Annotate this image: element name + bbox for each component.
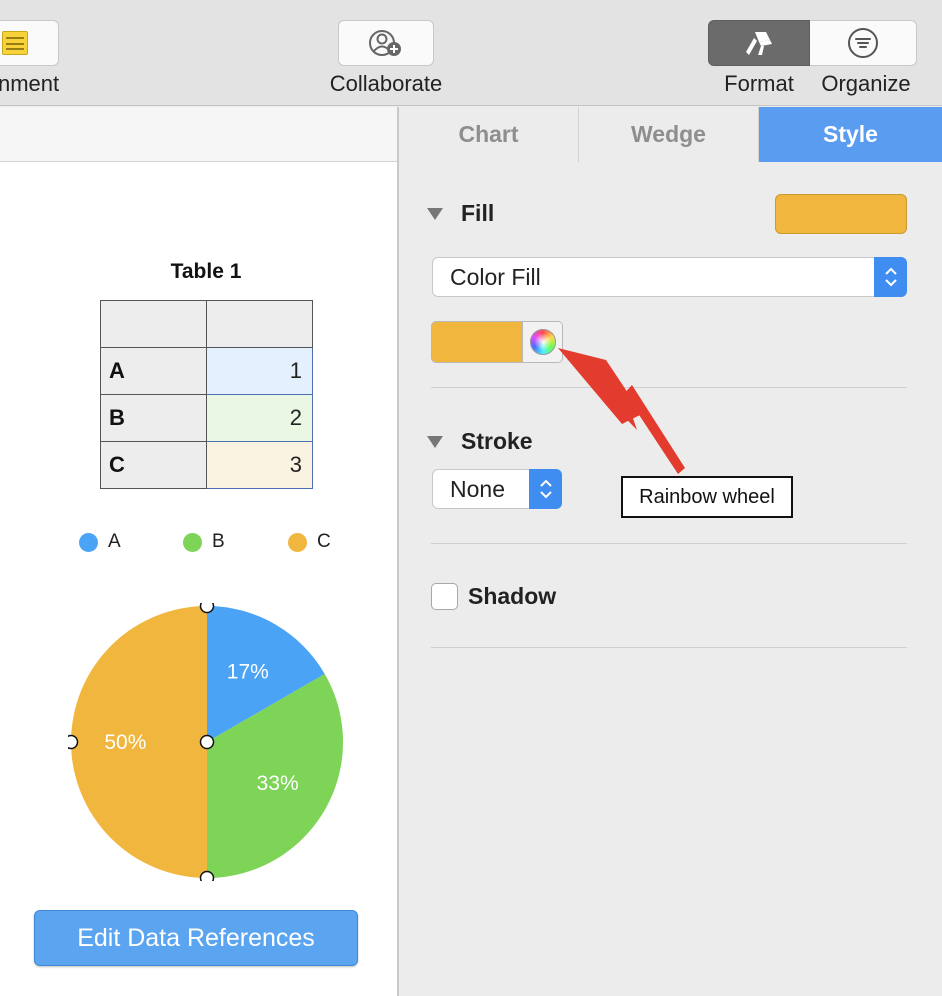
legend-item-b: B bbox=[183, 531, 225, 553]
fill-title: Fill bbox=[461, 200, 495, 226]
fill-type-select[interactable]: Color Fill bbox=[432, 257, 907, 297]
filter-icon bbox=[848, 28, 878, 58]
legend-label: B bbox=[212, 531, 225, 552]
stroke-title: Stroke bbox=[461, 428, 533, 454]
edit-data-references-button[interactable]: Edit Data References bbox=[34, 910, 358, 966]
paintbrush-icon bbox=[746, 32, 772, 55]
select-stepper[interactable] bbox=[874, 257, 907, 297]
collaborate-button[interactable] bbox=[338, 20, 434, 66]
value-cell[interactable]: 1 bbox=[206, 347, 313, 395]
inspector-divider bbox=[397, 107, 399, 996]
selection-handle[interactable] bbox=[199, 603, 215, 614]
chevron-updown-icon bbox=[539, 479, 552, 499]
stroke-type-value: None bbox=[450, 475, 505, 502]
collaborate-icon bbox=[369, 30, 401, 56]
data-table[interactable]: A 1 B 2 C 3 bbox=[100, 300, 313, 489]
pie-slice-label: 33% bbox=[257, 772, 299, 795]
header-cell[interactable] bbox=[206, 300, 313, 348]
selection-handle[interactable] bbox=[199, 734, 215, 750]
organize-button[interactable] bbox=[810, 20, 917, 66]
table-row: C 3 bbox=[100, 441, 313, 489]
legend-label: A bbox=[108, 531, 121, 552]
table-header-row bbox=[100, 300, 313, 348]
comment-icon bbox=[1, 31, 28, 55]
annotation-arrow bbox=[558, 348, 685, 474]
pie-slice-label: 50% bbox=[104, 731, 146, 754]
selection-handle[interactable] bbox=[68, 734, 79, 750]
legend-item-c: C bbox=[288, 531, 331, 553]
row-label-cell[interactable]: C bbox=[100, 441, 207, 489]
fill-section-header[interactable]: Fill bbox=[427, 200, 494, 227]
fill-type-value: Color Fill bbox=[450, 263, 541, 290]
table-title: Table 1 bbox=[170, 260, 242, 283]
selection-handle[interactable] bbox=[199, 870, 215, 882]
color-well-swatch[interactable] bbox=[432, 322, 522, 362]
value-cell[interactable]: 2 bbox=[206, 394, 313, 442]
pie-slice-label: 17% bbox=[227, 660, 269, 683]
table-row: A 1 bbox=[100, 347, 313, 395]
format-label: Format bbox=[724, 71, 794, 96]
legend-swatch bbox=[288, 532, 307, 552]
section-divider bbox=[431, 543, 907, 544]
table-row: B 2 bbox=[100, 394, 313, 442]
rainbow-wheel-callout: Rainbow wheel bbox=[621, 476, 793, 518]
pie-chart[interactable]: 17% 33% 50% bbox=[68, 603, 346, 881]
stroke-section-header[interactable]: Stroke bbox=[427, 428, 533, 455]
legend-label: C bbox=[317, 531, 331, 552]
tab-style[interactable]: Style bbox=[759, 107, 942, 162]
shadow-label: Shadow bbox=[468, 583, 557, 609]
row-label-cell[interactable]: A bbox=[100, 347, 207, 395]
disclosure-triangle-icon[interactable] bbox=[427, 435, 443, 448]
organize-label: Organize bbox=[821, 71, 911, 96]
row-label-cell[interactable]: B bbox=[100, 394, 207, 442]
disclosure-triangle-icon[interactable] bbox=[427, 207, 443, 220]
comment-button[interactable] bbox=[0, 20, 59, 66]
canvas-header-strip bbox=[0, 107, 398, 162]
comment-label: nment bbox=[0, 71, 60, 96]
format-button[interactable] bbox=[708, 20, 810, 66]
fill-color-swatch[interactable] bbox=[775, 194, 907, 234]
collaborate-label: Collaborate bbox=[329, 71, 443, 96]
toolbar: nment Collaborate Format Organize bbox=[0, 0, 942, 106]
value-cell[interactable]: 3 bbox=[206, 441, 313, 489]
legend-item-a: A bbox=[79, 531, 121, 553]
tab-chart[interactable]: Chart bbox=[399, 107, 579, 162]
legend-swatch bbox=[79, 532, 98, 552]
tab-wedge[interactable]: Wedge bbox=[579, 107, 759, 162]
section-divider bbox=[431, 647, 907, 648]
inspector-tabs: Chart Wedge Style bbox=[399, 107, 942, 162]
chevron-updown-icon bbox=[884, 267, 897, 287]
shadow-checkbox[interactable] bbox=[431, 583, 458, 610]
legend-swatch bbox=[183, 532, 202, 552]
header-cell[interactable] bbox=[100, 300, 207, 348]
